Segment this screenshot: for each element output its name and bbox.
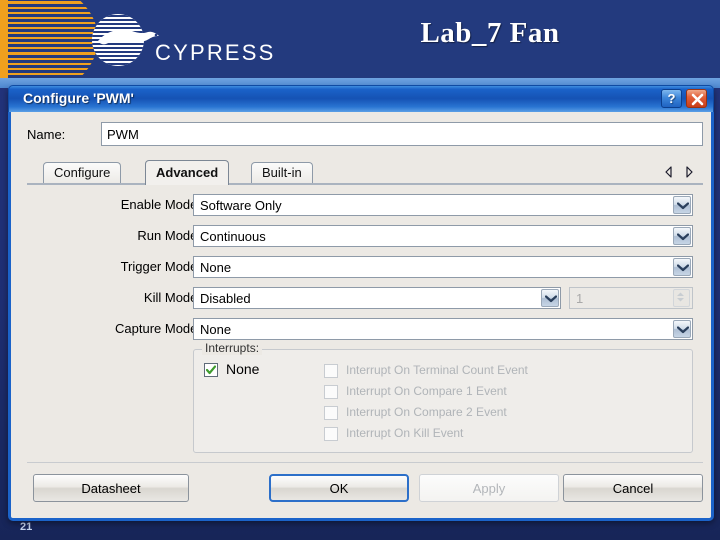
kill-mode-combo[interactable]: Disabled xyxy=(193,287,561,309)
help-button[interactable]: ? xyxy=(661,89,682,108)
capture-mode-label: Capture Mode: xyxy=(115,321,201,336)
checkbox-unchecked-icon xyxy=(324,385,338,399)
trigger-mode-label: Trigger Mode: xyxy=(120,259,201,274)
cypress-bird-icon xyxy=(98,29,159,45)
slide-banner: CYPRESS Lab_7 Fan xyxy=(0,0,720,78)
enable-mode-label: Enable Mode: xyxy=(120,197,201,212)
slide-title: Lab_7 Fan xyxy=(420,17,560,49)
capture-mode-dropdown-button[interactable] xyxy=(673,320,691,338)
field-row-kill-mode: Kill Mode: Disabled 1 xyxy=(11,287,717,309)
tab-next-icon[interactable] xyxy=(683,166,695,178)
tab-nav xyxy=(663,163,703,181)
cypress-wordmark: CYPRESS xyxy=(155,40,276,65)
tab-prev-icon[interactable] xyxy=(663,166,675,178)
interrupt-compare2-label: Interrupt On Compare 2 Event xyxy=(346,405,507,419)
checkbox-unchecked-icon xyxy=(324,427,338,441)
chevron-down-icon xyxy=(677,326,689,334)
configure-pwm-dialog: Configure 'PWM' ? Name: Configure Advanc… xyxy=(8,85,717,521)
capture-mode-value: None xyxy=(200,322,232,337)
chevron-down-icon xyxy=(545,295,557,303)
slide-number: 21 xyxy=(20,521,33,533)
run-mode-label: Run Mode: xyxy=(137,228,201,243)
tab-built-in[interactable]: Built-in xyxy=(251,162,313,184)
kill-mode-dropdown-button[interactable] xyxy=(541,289,559,307)
field-row-enable-mode: Enable Mode: Software Only xyxy=(11,194,717,216)
trigger-mode-value: None xyxy=(200,260,232,275)
dialog-titlebar[interactable]: Configure 'PWM' ? xyxy=(8,85,714,112)
run-mode-combo[interactable]: Continuous xyxy=(193,225,693,247)
footer-separator xyxy=(27,462,703,463)
ok-button[interactable]: OK xyxy=(269,474,409,502)
checkbox-checked-icon xyxy=(204,363,218,377)
enable-mode-combo[interactable]: Software Only xyxy=(193,194,693,216)
run-mode-value: Continuous xyxy=(200,229,266,244)
kill-period-spinner: 1 xyxy=(569,287,693,309)
trigger-mode-combo[interactable]: None xyxy=(193,256,693,278)
name-input[interactable] xyxy=(101,122,703,146)
field-row-capture-mode: Capture Mode: None xyxy=(11,318,717,340)
tabstrip: Configure Advanced Built-in xyxy=(27,160,703,185)
checkbox-unchecked-icon xyxy=(324,406,338,420)
datasheet-button[interactable]: Datasheet xyxy=(33,474,189,502)
close-button[interactable] xyxy=(686,89,707,108)
tab-advanced[interactable]: Advanced xyxy=(145,160,230,185)
chevron-down-icon xyxy=(677,264,689,272)
run-mode-dropdown-button[interactable] xyxy=(673,227,691,245)
tab-underline xyxy=(27,183,703,185)
name-label: Name: xyxy=(27,127,66,142)
help-icon: ? xyxy=(667,91,676,106)
cancel-button[interactable]: Cancel xyxy=(563,474,703,502)
interrupt-terminal-count-label: Interrupt On Terminal Count Event xyxy=(346,363,528,377)
trigger-mode-dropdown-button[interactable] xyxy=(673,258,691,276)
name-row: Name: xyxy=(11,122,717,148)
apply-button: Apply xyxy=(419,474,559,502)
interrupt-none-label: None xyxy=(226,361,260,377)
capture-mode-combo[interactable]: None xyxy=(193,318,693,340)
spinner-arrows-icon xyxy=(677,292,684,302)
close-icon xyxy=(691,93,704,106)
interrupts-legend: Interrupts: xyxy=(202,341,263,355)
enable-mode-value: Software Only xyxy=(200,198,282,213)
tab-configure[interactable]: Configure xyxy=(43,162,122,184)
interrupts-group: Interrupts: None Interrupt On Terminal C… xyxy=(193,341,693,453)
dialog-title: Configure 'PWM' xyxy=(23,90,134,106)
field-row-trigger-mode: Trigger Mode: None xyxy=(11,256,717,278)
chevron-down-icon xyxy=(677,233,689,241)
kill-period-value: 1 xyxy=(576,291,584,306)
interrupt-kill-label: Interrupt On Kill Event xyxy=(346,426,464,440)
field-row-run-mode: Run Mode: Continuous xyxy=(11,225,717,247)
enable-mode-dropdown-button[interactable] xyxy=(673,196,691,214)
interrupt-compare1-label: Interrupt On Compare 1 Event xyxy=(346,384,507,398)
chevron-down-icon xyxy=(677,202,689,210)
checkbox-unchecked-icon xyxy=(324,364,338,378)
kill-period-spin-buttons xyxy=(673,289,690,307)
checkmark-icon xyxy=(206,365,216,375)
kill-mode-value: Disabled xyxy=(200,291,251,306)
